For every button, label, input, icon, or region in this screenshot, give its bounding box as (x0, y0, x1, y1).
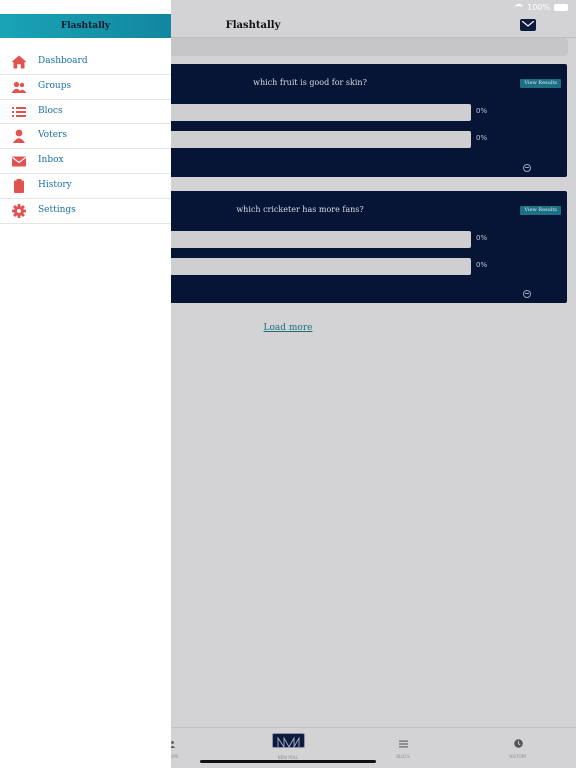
new-poll-icon (271, 733, 305, 749)
tab-blocs[interactable]: BLOCS (373, 733, 433, 759)
list-icon (12, 106, 26, 117)
gear-icon (12, 203, 26, 218)
poll-card[interactable]: which cricketer has more fans? View Resu… (160, 191, 567, 303)
menu-item-inbox[interactable]: Inbox (0, 149, 171, 174)
battery-icon (554, 3, 568, 11)
menu-item-blocs[interactable]: Blocs (0, 100, 171, 125)
menu-label: History (38, 179, 72, 190)
option-percent: 0% (476, 234, 488, 242)
poll-question: which cricketer has more fans? (236, 205, 364, 214)
menu-item-groups[interactable]: Groups (0, 75, 171, 100)
drawer-header: Flashtally (0, 14, 171, 38)
status-bar: 100% (515, 0, 568, 14)
mail-icon (12, 156, 26, 167)
option-percent: 0% (476, 261, 488, 269)
drawer-title: Flashtally (60, 21, 111, 31)
poll-option[interactable] (160, 258, 471, 275)
menu-label: Dashboard (38, 56, 88, 66)
poll-card[interactable]: which fruit is good for skin? View Resul… (160, 64, 567, 177)
clock-icon (513, 739, 523, 748)
view-results-button[interactable]: View Results (520, 206, 561, 215)
view-results-button[interactable]: View Results (520, 79, 561, 88)
wifi-icon (515, 4, 524, 10)
search-bar[interactable] (160, 38, 568, 56)
poll-question: which fruit is good for skin? (253, 78, 367, 87)
menu-item-history[interactable]: History (0, 174, 171, 199)
menu-label: Blocs (38, 105, 63, 116)
poll-option[interactable] (160, 131, 471, 148)
menu-item-dashboard[interactable]: Dashboard (0, 50, 171, 75)
user-icon (13, 129, 25, 144)
tab-history[interactable]: HISTORY (488, 733, 548, 759)
poll-option[interactable] (160, 231, 471, 248)
clipboard-icon (14, 178, 24, 193)
menu-label: Inbox (38, 155, 64, 166)
home-icon (11, 55, 27, 69)
menu-label: Groups (38, 80, 72, 91)
list-icon (398, 740, 408, 748)
menu-item-voters[interactable]: Voters (0, 124, 171, 150)
tab-label: BLOCS (396, 754, 410, 759)
menu-item-settings[interactable]: Settings (0, 199, 171, 224)
tab-label: HISTORY (509, 754, 527, 759)
home-indicator[interactable] (200, 760, 376, 763)
menu-label: Voters (38, 130, 67, 141)
drawer-menu: Dashboard Groups Blocs Voters Inbox Hist… (0, 50, 171, 224)
option-percent: 0% (476, 107, 488, 115)
poll-option[interactable] (160, 104, 471, 121)
tab-new-poll[interactable]: NEW POLL (258, 733, 318, 760)
mail-icon (522, 21, 534, 27)
comment-icon[interactable] (523, 164, 531, 172)
groups-icon (11, 81, 27, 93)
menu-label: Settings (38, 204, 76, 215)
comment-icon[interactable] (523, 290, 531, 298)
battery-percent: 100% (527, 2, 550, 12)
side-drawer: Flashtally Dashboard Groups Blocs Voters… (0, 0, 171, 768)
inbox-button[interactable] (520, 19, 536, 31)
option-percent: 0% (476, 134, 488, 142)
